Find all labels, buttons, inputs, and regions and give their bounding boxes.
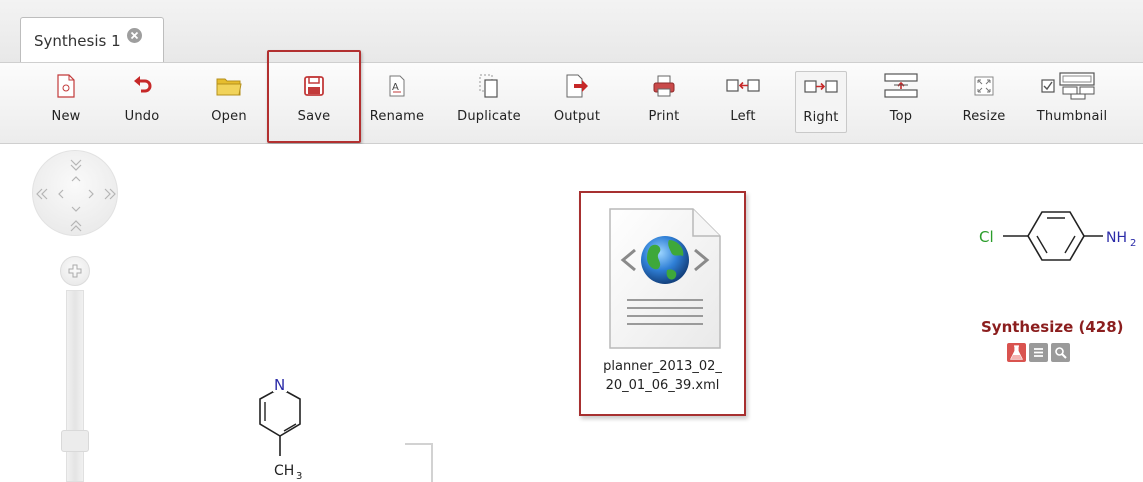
synthesize-count-link[interactable]: Synthesize (428) — [981, 318, 1124, 336]
resize-label: Resize — [962, 109, 1006, 124]
rename-label: Rename — [369, 109, 425, 124]
resize-icon — [974, 71, 994, 101]
print-button[interactable]: Print — [638, 71, 690, 133]
synthesis-canvas[interactable] — [0, 144, 1143, 482]
undo-icon — [131, 71, 153, 101]
amine-subscript: 2 — [1130, 238, 1136, 249]
plus-icon — [68, 264, 82, 278]
new-icon — [56, 71, 76, 101]
left-label: Left — [730, 109, 756, 124]
left-arrange-icon — [726, 71, 760, 101]
tab-synthesis-1[interactable]: Synthesis 1 — [20, 17, 164, 63]
thumbnail-button[interactable]: Thumbnail — [1032, 71, 1112, 133]
new-label: New — [51, 109, 81, 124]
top-label: Top — [889, 109, 913, 124]
right-arrange-button[interactable]: Right — [795, 71, 847, 133]
svg-text:A: A — [392, 82, 399, 93]
methylpyridine-structure[interactable]: N CH 3 — [240, 368, 320, 482]
duplicate-label: Duplicate — [457, 109, 521, 124]
pan-navigation-control[interactable] — [32, 150, 118, 236]
methyl-subscript: 3 — [296, 471, 302, 482]
file-name-line-2: 20_01_06_39.xml — [605, 378, 720, 393]
amine-label: NH — [1106, 230, 1127, 246]
undo-label: Undo — [124, 109, 160, 124]
xml-file-icon — [609, 208, 721, 349]
exported-file-highlight[interactable]: planner_2013_02_ 20_01_06_39.xml — [579, 191, 746, 416]
output-button[interactable]: Output — [546, 71, 608, 133]
rename-icon: A — [388, 71, 406, 101]
close-icon[interactable] — [126, 28, 142, 43]
file-name-caption: planner_2013_02_ 20_01_06_39.xml — [581, 357, 744, 395]
duplicate-icon — [479, 71, 499, 101]
list-icon[interactable] — [1029, 343, 1048, 362]
thumbnail-icon — [1041, 71, 1103, 101]
open-button[interactable]: Open — [204, 71, 254, 133]
chlorine-label: Cl — [979, 228, 994, 246]
synthesize-actions — [1007, 343, 1070, 362]
open-folder-icon — [216, 71, 242, 101]
pan-arrows-icon — [36, 159, 116, 232]
toolbar: New Undo Open Save A Rename Duplicate Ou… — [0, 62, 1143, 144]
zoom-slider-handle[interactable] — [61, 430, 89, 452]
methyl-label: CH — [274, 463, 294, 479]
tab-strip: Synthesis 1 — [0, 0, 1143, 63]
print-label: Print — [648, 109, 680, 124]
top-arrange-icon — [884, 71, 918, 101]
new-button[interactable]: New — [44, 71, 88, 133]
output-label: Output — [553, 109, 601, 124]
file-name-line-1: planner_2013_02_ — [603, 359, 722, 374]
zoom-in-button[interactable] — [60, 256, 90, 286]
undo-button[interactable]: Undo — [117, 71, 167, 133]
save-highlight-frame — [267, 50, 361, 143]
left-arrange-button[interactable]: Left — [717, 71, 769, 133]
rename-button[interactable]: A Rename — [366, 71, 428, 133]
thumbnail-label: Thumbnail — [1036, 109, 1108, 124]
print-icon — [653, 71, 675, 101]
top-arrange-button[interactable]: Top — [875, 71, 927, 133]
zoom-slider-track[interactable] — [66, 290, 84, 482]
group-bracket — [405, 443, 433, 482]
output-icon — [565, 71, 589, 101]
duplicate-button[interactable]: Duplicate — [449, 71, 529, 133]
nitrogen-label: N — [274, 376, 285, 394]
chloroaniline-structure[interactable]: Cl NH 2 — [975, 196, 1143, 276]
right-arrange-icon — [804, 72, 838, 102]
open-label: Open — [211, 109, 247, 124]
right-label: Right — [803, 110, 839, 125]
flask-icon[interactable] — [1007, 343, 1026, 362]
tab-label: Synthesis 1 — [34, 31, 121, 50]
magnifier-icon[interactable] — [1051, 343, 1070, 362]
resize-button[interactable]: Resize — [958, 71, 1010, 133]
